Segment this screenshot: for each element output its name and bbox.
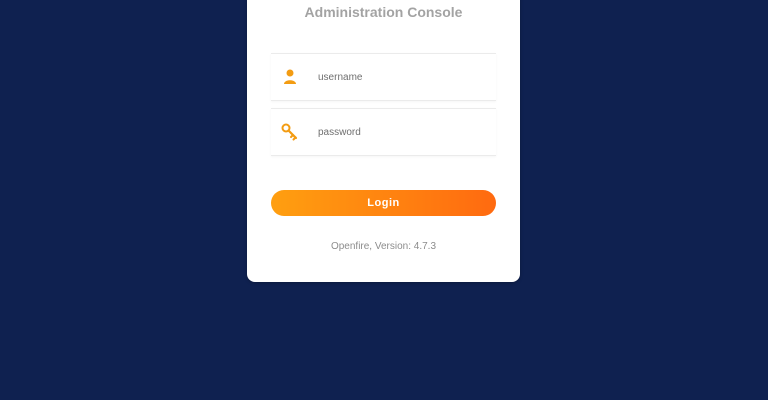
password-input[interactable] <box>318 121 488 143</box>
password-field[interactable] <box>271 108 496 156</box>
key-icon <box>281 123 299 141</box>
username-field[interactable] <box>271 53 496 101</box>
login-button[interactable]: Login <box>271 190 496 216</box>
login-card: Administration Console Login <box>247 0 520 282</box>
username-input[interactable] <box>318 66 488 88</box>
page-title: Administration Console <box>304 4 463 20</box>
login-page: Administration Console Login <box>0 0 768 400</box>
user-icon <box>281 68 299 86</box>
version-label: Openfire, Version: 4.7.3 <box>330 241 437 252</box>
